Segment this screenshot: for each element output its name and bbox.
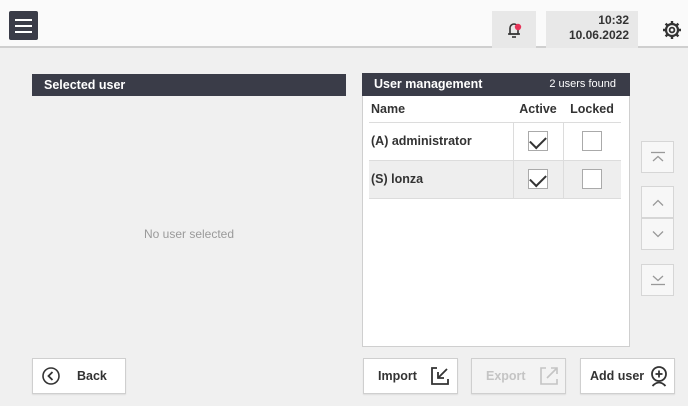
export-icon <box>539 367 558 385</box>
user-management-title: User management <box>374 77 483 91</box>
user-count: 2 users found <box>549 78 616 90</box>
locked-checkbox[interactable] <box>582 169 603 189</box>
clock-time: 10:32 <box>598 13 629 27</box>
notification-bell-button[interactable] <box>492 11 536 48</box>
no-user-text: No user selected <box>143 227 235 241</box>
scroll-bottom-icon <box>650 275 665 286</box>
clock-date: 10.06.2022 <box>568 28 629 42</box>
user-name: (S) lonza <box>369 160 513 199</box>
scroll-down-button[interactable] <box>641 218 674 250</box>
active-checkbox[interactable] <box>528 169 548 189</box>
scroll-up-button[interactable] <box>641 186 674 218</box>
bell-icon <box>508 22 522 38</box>
table-row[interactable]: (A) administrator <box>369 122 621 161</box>
user-management-header: User management 2 users found <box>362 73 630 96</box>
chevron-up-icon <box>652 199 663 206</box>
add-user-icon <box>651 366 668 387</box>
import-icon <box>430 367 449 385</box>
hamburger-menu-icon[interactable] <box>9 11 38 40</box>
import-label: Import <box>378 369 417 383</box>
top-bar: 10:32 10.06.2022 <box>0 0 688 48</box>
selected-user-panel: Selected user No user selected <box>32 74 346 350</box>
user-name: (A) administrator <box>369 122 513 161</box>
user-management-panel: User management 2 users found Name Activ… <box>362 73 630 347</box>
settings-button[interactable] <box>655 11 688 48</box>
back-label: Back <box>77 369 107 383</box>
back-button[interactable]: Back <box>32 358 126 394</box>
selected-user-title: Selected user <box>32 74 346 96</box>
column-header-active[interactable]: Active <box>513 96 563 123</box>
user-table: Name Active Locked (A) administrator (S)… <box>369 96 621 199</box>
export-label: Export <box>486 369 526 383</box>
export-button[interactable]: Export <box>471 358 566 394</box>
scroll-to-top-button[interactable] <box>641 141 674 173</box>
import-button[interactable]: Import <box>363 358 458 394</box>
back-icon <box>42 367 60 385</box>
add-user-label: Add user <box>590 369 645 383</box>
table-header-row: Name Active Locked <box>369 96 621 123</box>
table-row[interactable]: (S) lonza <box>369 160 621 199</box>
settings-icon <box>662 20 681 39</box>
add-user-button[interactable]: Add user <box>580 358 675 394</box>
scroll-to-bottom-button[interactable] <box>641 264 674 296</box>
column-header-name[interactable]: Name <box>369 96 513 123</box>
scroll-top-icon <box>650 151 665 162</box>
active-checkbox[interactable] <box>528 131 548 151</box>
locked-checkbox[interactable] <box>582 131 603 151</box>
clock: 10:32 10.06.2022 <box>546 11 638 48</box>
chevron-down-icon <box>652 230 663 237</box>
column-header-locked[interactable]: Locked <box>563 96 621 123</box>
